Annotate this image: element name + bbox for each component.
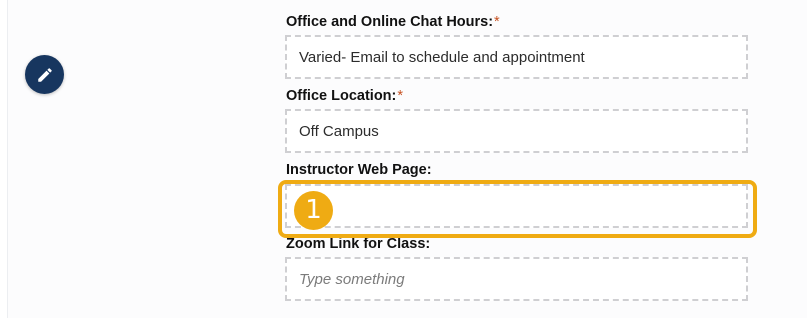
zoom-link-input[interactable] [285,257,748,301]
pencil-icon [36,66,54,84]
office-location-input[interactable] [285,109,748,153]
office-location-label: Office Location:* [286,88,404,104]
required-asterisk: * [494,14,500,30]
zoom-link-label: Zoom Link for Class: [286,236,431,252]
required-asterisk: * [397,88,404,104]
instructor-web-page-input[interactable] [285,184,748,228]
edit-button[interactable] [25,55,64,94]
step-marker: 1 [294,191,333,230]
instructor-web-page-label: Instructor Web Page: [286,162,432,178]
office-hours-label: Office and Online Chat Hours:* [286,14,500,30]
office-hours-input[interactable] [285,35,748,79]
